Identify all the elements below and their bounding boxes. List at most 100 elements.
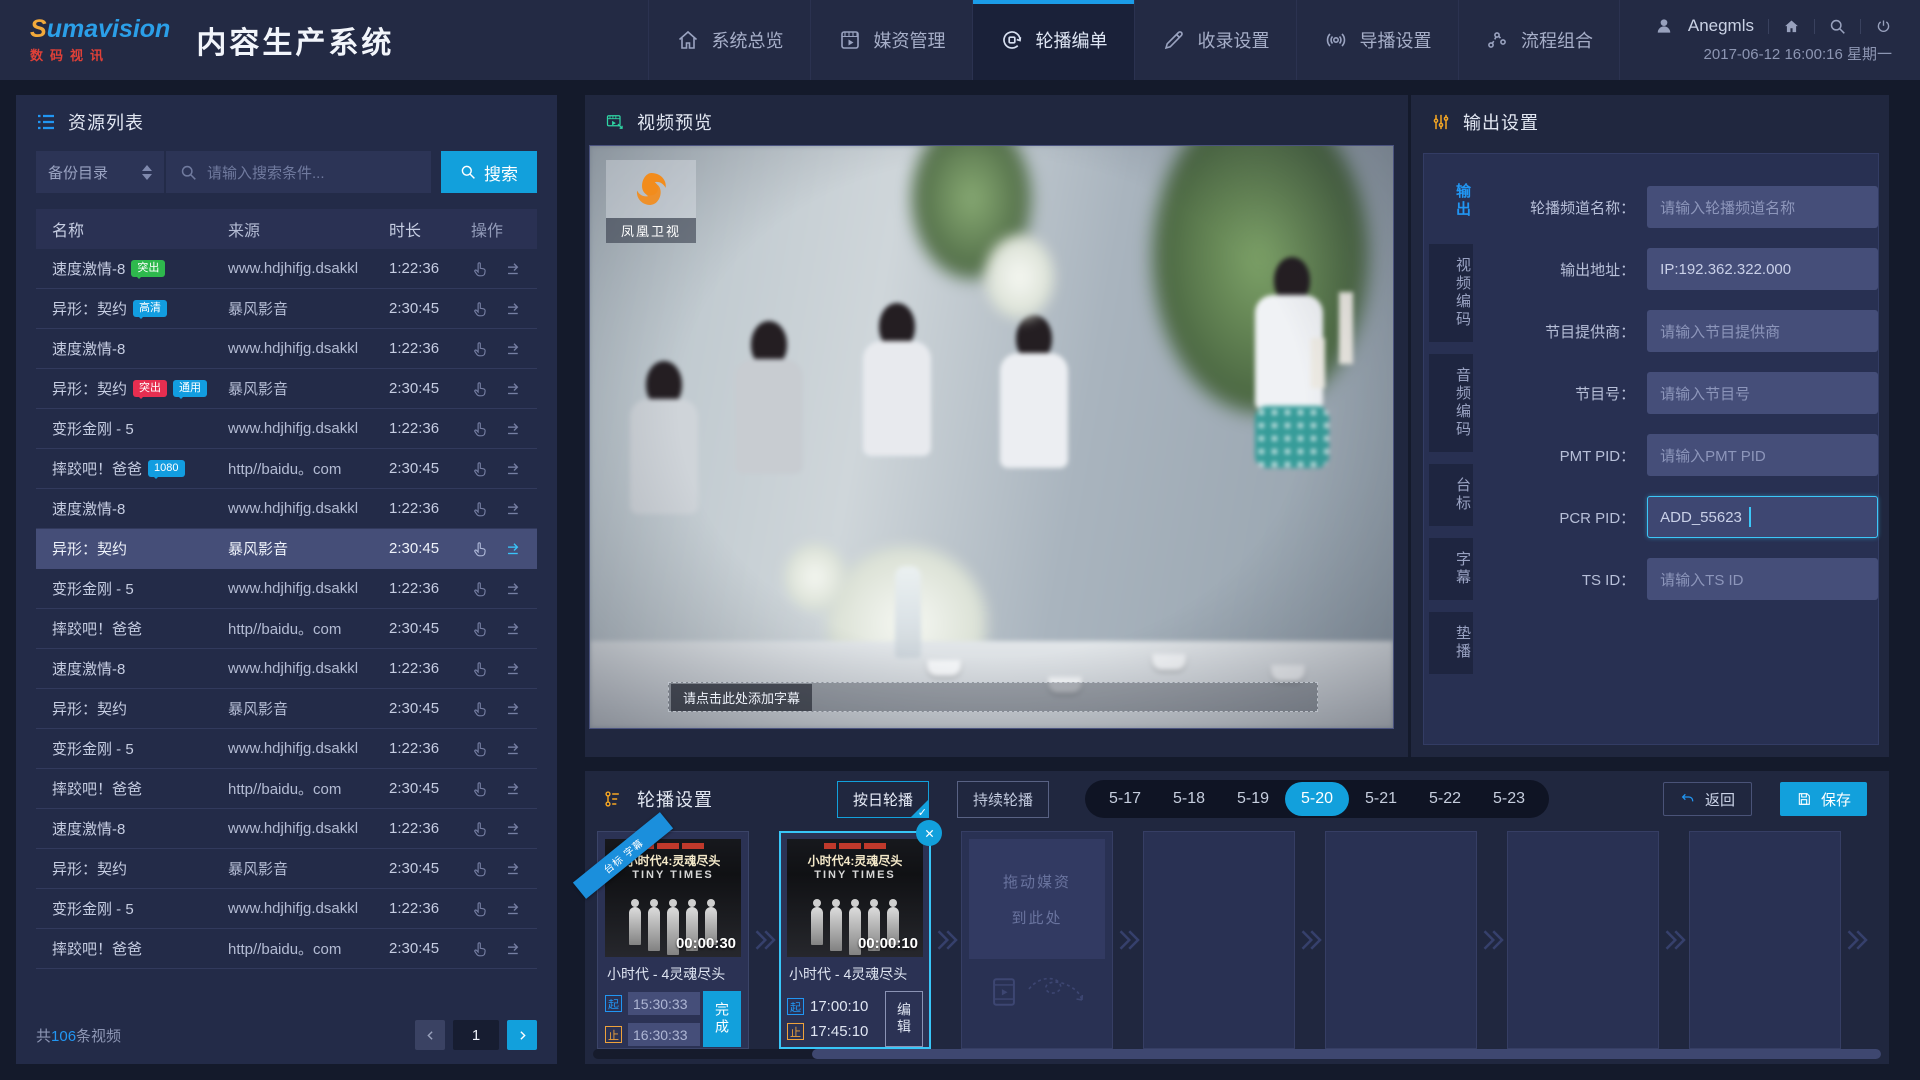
add-to-playlist-icon[interactable]: [505, 780, 523, 798]
search-input[interactable]: 请输入搜索条件...: [166, 151, 431, 193]
field-input[interactable]: 请输入轮播频道名称: [1647, 186, 1878, 228]
start-time-input[interactable]: 15:30:33: [628, 992, 700, 1015]
field-input[interactable]: 请输入PMT PID: [1647, 434, 1878, 476]
add-to-playlist-icon[interactable]: [505, 900, 523, 918]
power-icon[interactable]: [1875, 18, 1892, 35]
table-row[interactable]: 速度激情-8 www.hdjhifjg.dsakkl 1:22:36: [36, 329, 537, 369]
date-tab[interactable]: 5-23: [1477, 782, 1541, 816]
add-to-playlist-icon[interactable]: [505, 500, 523, 518]
directory-dropdown[interactable]: 备份目录: [36, 151, 164, 193]
table-row[interactable]: 速度激情-8 www.hdjhifjg.dsakkl 1:22:36: [36, 489, 537, 529]
add-to-playlist-icon[interactable]: [505, 420, 523, 438]
add-subtitle-area[interactable]: 请点击此处添加字幕: [668, 682, 1318, 712]
search-button[interactable]: 搜索: [441, 151, 537, 193]
preview-hand-icon[interactable]: [471, 860, 489, 878]
horizontal-scrollbar[interactable]: [593, 1049, 1881, 1059]
table-row[interactable]: 变形金刚 - 5 www.hdjhifjg.dsakkl 1:22:36: [36, 569, 537, 609]
add-to-playlist-icon[interactable]: [505, 540, 523, 558]
preview-hand-icon[interactable]: [471, 780, 489, 798]
username[interactable]: Anegmls: [1688, 16, 1754, 36]
preview-hand-icon[interactable]: [471, 580, 489, 598]
table-row[interactable]: 摔跤吧！爸爸 http//baidu。com 2:30:45: [36, 609, 537, 649]
empty-slot[interactable]: [1689, 831, 1841, 1049]
empty-slot[interactable]: [1325, 831, 1477, 1049]
next-page-button[interactable]: [507, 1020, 537, 1050]
table-row[interactable]: 异形：契约突出通用 暴风影音 2:30:45: [36, 369, 537, 409]
nav-item-carousel[interactable]: 轮播编单: [972, 0, 1134, 80]
preview-hand-icon[interactable]: [471, 940, 489, 958]
output-tab[interactable]: 垫播: [1429, 612, 1473, 674]
complete-button[interactable]: 完成: [703, 991, 741, 1047]
date-tab[interactable]: 5-19: [1221, 782, 1285, 816]
preview-hand-icon[interactable]: [471, 340, 489, 358]
table-row[interactable]: 摔跤吧！爸爸1080 http//baidu。com 2:30:45: [36, 449, 537, 489]
add-to-playlist-icon[interactable]: [505, 580, 523, 598]
preview-hand-icon[interactable]: [471, 500, 489, 518]
daily-mode-button[interactable]: 按日轮播: [837, 781, 929, 818]
date-tab[interactable]: 5-22: [1413, 782, 1477, 816]
field-input[interactable]: ADD_55623: [1647, 496, 1878, 538]
table-row[interactable]: 异形：契约 暴风影音 2:30:45: [36, 529, 537, 569]
schedule-card-2[interactable]: 小时代4:灵魂尽头 TINY TIMES 00:00:10 小时代 - 4灵魂尽…: [779, 831, 931, 1049]
table-row[interactable]: 摔跤吧！爸爸 http//baidu。com 2:30:45: [36, 929, 537, 969]
field-input[interactable]: 请输入节目提供商: [1647, 310, 1878, 352]
drop-slot[interactable]: 拖动媒资 到此处: [961, 831, 1113, 1049]
preview-hand-icon[interactable]: [471, 420, 489, 438]
preview-hand-icon[interactable]: [471, 740, 489, 758]
add-to-playlist-icon[interactable]: [505, 380, 523, 398]
add-to-playlist-icon[interactable]: [505, 740, 523, 758]
date-tab[interactable]: 5-20: [1285, 782, 1349, 816]
table-row[interactable]: 异形：契约高清 暴风影音 2:30:45: [36, 289, 537, 329]
add-to-playlist-icon[interactable]: [505, 460, 523, 478]
add-to-playlist-icon[interactable]: [505, 940, 523, 958]
nav-item-edit[interactable]: 收录设置: [1134, 0, 1296, 80]
output-tab[interactable]: 台标: [1429, 464, 1473, 526]
table-row[interactable]: 变形金刚 - 5 www.hdjhifjg.dsakkl 1:22:36: [36, 729, 537, 769]
table-row[interactable]: 异形：契约 暴风影音 2:30:45: [36, 849, 537, 889]
field-input[interactable]: 请输入TS ID: [1647, 558, 1878, 600]
preview-hand-icon[interactable]: [471, 900, 489, 918]
table-row[interactable]: 速度激情-8 www.hdjhifjg.dsakkl 1:22:36: [36, 649, 537, 689]
nav-item-home[interactable]: 系统总览: [648, 0, 810, 80]
preview-hand-icon[interactable]: [471, 460, 489, 478]
field-input[interactable]: IP:192.362.322.000: [1647, 248, 1878, 290]
preview-hand-icon[interactable]: [471, 540, 489, 558]
add-to-playlist-icon[interactable]: [505, 260, 523, 278]
search-icon[interactable]: [1829, 18, 1846, 35]
nav-item-broadcast[interactable]: 导播设置: [1296, 0, 1458, 80]
save-button[interactable]: 保存: [1780, 782, 1867, 816]
table-row[interactable]: 速度激情-8突出 www.hdjhifjg.dsakkl 1:22:36: [36, 249, 537, 289]
add-to-playlist-icon[interactable]: [505, 700, 523, 718]
preview-hand-icon[interactable]: [471, 380, 489, 398]
preview-hand-icon[interactable]: [471, 820, 489, 838]
table-row[interactable]: 变形金刚 - 5 www.hdjhifjg.dsakkl 1:22:36: [36, 409, 537, 449]
table-row[interactable]: 速度激情-8 www.hdjhifjg.dsakkl 1:22:36: [36, 809, 537, 849]
date-tab[interactable]: 5-21: [1349, 782, 1413, 816]
output-tab[interactable]: 音频编码: [1429, 354, 1473, 452]
remove-card-button[interactable]: [916, 820, 942, 846]
preview-hand-icon[interactable]: [471, 700, 489, 718]
field-input[interactable]: 请输入节目号: [1647, 372, 1878, 414]
output-tab[interactable]: 视频编码: [1429, 244, 1473, 342]
table-row[interactable]: 摔跤吧！爸爸 http//baidu。com 2:30:45: [36, 769, 537, 809]
scrollbar-thumb[interactable]: [812, 1049, 1881, 1059]
add-to-playlist-icon[interactable]: [505, 820, 523, 838]
nav-item-workflow[interactable]: 流程组合: [1458, 0, 1620, 80]
preview-hand-icon[interactable]: [471, 300, 489, 318]
drop-target[interactable]: 拖动媒资 到此处: [969, 839, 1105, 959]
back-button[interactable]: 返回: [1663, 782, 1752, 816]
output-tab[interactable]: 输出: [1429, 170, 1473, 232]
date-tab[interactable]: 5-17: [1093, 782, 1157, 816]
end-time-input[interactable]: 16:30:33: [628, 1023, 700, 1046]
home-icon[interactable]: [1783, 18, 1800, 35]
schedule-card-1[interactable]: 台标 字幕 小时代4:灵魂尽头 TINY TIMES 00:00:30 小时代 …: [597, 831, 749, 1049]
table-row[interactable]: 异形：契约 暴风影音 2:30:45: [36, 689, 537, 729]
date-tab[interactable]: 5-18: [1157, 782, 1221, 816]
edit-button[interactable]: 编辑: [885, 991, 923, 1047]
empty-slot[interactable]: [1507, 831, 1659, 1049]
output-tab[interactable]: 字幕: [1429, 538, 1473, 600]
preview-hand-icon[interactable]: [471, 620, 489, 638]
table-row[interactable]: 变形金刚 - 5 www.hdjhifjg.dsakkl 1:22:36: [36, 889, 537, 929]
add-to-playlist-icon[interactable]: [505, 620, 523, 638]
continuous-mode-button[interactable]: 持续轮播: [957, 781, 1049, 818]
